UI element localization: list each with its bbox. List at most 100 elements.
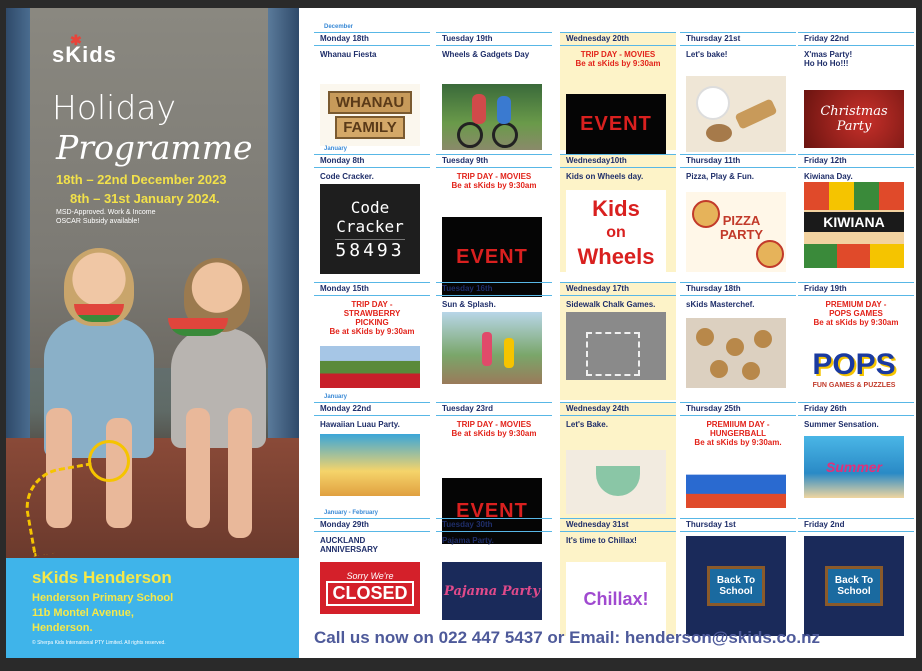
copyright: © Sherpa Kids International PTY Limited.…	[32, 640, 166, 646]
activity-image: Code Cracker 58493	[320, 184, 420, 274]
activity-image	[686, 460, 786, 508]
closed-text: CLOSED	[326, 580, 414, 606]
activity-title: Whanau Fiesta	[320, 50, 377, 59]
activity-image	[686, 76, 786, 152]
watermelon-right	[168, 318, 228, 336]
party-text: PARTY	[720, 227, 764, 242]
activity-title: Wheels & Gadgets Day	[442, 50, 530, 59]
door-frame-left	[6, 8, 30, 438]
day-cell: Tuesday 19th Wheels & Gadgets Day	[436, 32, 552, 150]
day-header: Wednesday10th	[560, 154, 676, 168]
day-cell: Wednesday 31st It's time to Chillax! Chill…	[560, 518, 676, 636]
day-header: Friday 12th	[798, 154, 914, 168]
pops-sub-text: FUN GAMES & PUZZLES	[812, 381, 896, 389]
day-cell: Monday 22nd Hawaiian Luau Party.	[314, 402, 430, 520]
day-cell: Friday 12th Kiwiana Day. KIWIANA	[798, 154, 914, 272]
day-cell: Monday 8th Code Cracker. Code Cracker 58493	[314, 154, 430, 274]
day-cell: Wednesday 20th TRIP DAY - MOVIES Be at sK…	[560, 32, 676, 154]
day-header: Friday 2nd	[798, 518, 914, 532]
activity-image	[566, 450, 666, 514]
day-cell: Tuesday 16th Sun & Splash.	[436, 282, 552, 400]
kids-text: Kids	[592, 196, 640, 221]
dates-december: 18th – 22nd December 2023	[56, 172, 227, 187]
activity-image: Summer	[804, 436, 904, 498]
logo-star-icon: ✱	[70, 32, 83, 48]
day-cell: Wednesday 24th Let's Bake.	[560, 402, 676, 520]
activity-title: Kids on Wheels day.	[566, 172, 644, 181]
address-street: 11b Montel Avenue,	[32, 607, 134, 619]
day-header: Thursday 11th	[680, 154, 796, 168]
activity-image	[442, 84, 542, 150]
pajama-text: Pajama Party	[444, 583, 540, 599]
activity-title: sKids Masterchef.	[686, 300, 755, 309]
cracker-text: Cracker	[336, 216, 404, 236]
activity-title: TRIP DAY - STRAWBERRY PICKING Be at sKid…	[329, 300, 415, 336]
day-cell: Friday 22nd X'mas Party! Ho Ho Ho!!! Chris…	[798, 32, 914, 150]
activity-title: TRIP DAY - MOVIES Be at sKids by 9:30am	[575, 50, 661, 68]
activity-image	[320, 434, 420, 496]
activity-title: TRIP DAY - MOVIES Be at sKids by 9:30am	[451, 420, 537, 438]
activity-image	[686, 318, 786, 388]
activity-title: PREMIIUM DAY - HUNGERBALL Be at sKids by…	[694, 420, 782, 447]
activity-image: KIWIANA	[804, 182, 904, 268]
day-header: Thursday 18th	[680, 282, 796, 296]
day-header: Wednesday 20th	[560, 32, 676, 46]
day-header: Tuesday 16th	[436, 282, 552, 296]
activity-title: PREMIUM DAY - POPS GAMES Be at sKids by …	[813, 300, 899, 327]
activity-image: Back To School	[686, 536, 786, 636]
day-cell: Friday 26th Summer Sensation. Summer	[798, 402, 914, 520]
activity-image: Pajama Party	[442, 562, 542, 620]
title-programme: Programme	[56, 128, 253, 167]
kiwiana-text: KIWIANA	[804, 212, 904, 232]
day-header: Monday 18th	[314, 32, 430, 46]
day-cell: Monday 29th AUCKLAND ANNIVERSARY Sorry We'…	[314, 518, 430, 636]
activity-title: Sun & Splash.	[442, 300, 496, 309]
day-header: Monday 8th	[314, 154, 430, 168]
activity-image: POPS FUN GAMES & PUZZLES	[804, 340, 904, 396]
day-header: Tuesday 9th	[436, 154, 552, 168]
day-header: Friday 26th	[798, 402, 914, 416]
day-cell: Thursday 21st Let's bake!	[680, 32, 796, 152]
contact-footer[interactable]: Call us now on 022 447 5437 or Email: he…	[314, 628, 820, 648]
wheels-text: Wheels	[577, 244, 655, 269]
activity-title: Pizza, Play & Fun.	[686, 172, 755, 181]
activity-title: Kiwiana Day.	[804, 172, 853, 181]
activity-image: Christmas Party	[804, 90, 904, 148]
christmas-text: Christmas Party	[820, 104, 888, 134]
day-cell: Tuesday 9th TRIP DAY - MOVIES Be at sKids…	[436, 154, 552, 297]
activity-title: Hawaiian Luau Party.	[320, 420, 400, 429]
activity-image	[566, 312, 666, 380]
sorry-text: Sorry We're	[346, 570, 394, 581]
day-header: Friday 19th	[798, 282, 914, 296]
back-to-school-board: Back To School	[825, 566, 883, 606]
family-text: FAMILY	[335, 116, 405, 139]
day-cell: Tuesday 23rd TRIP DAY - MOVIES Be at sKid…	[436, 402, 552, 544]
day-cell: Monday 18th Whanau Fiesta WHANAU FAMILY	[314, 32, 430, 150]
pops-text: POPS	[812, 347, 896, 381]
event-cinemas-logo: EVENT	[456, 245, 528, 268]
day-header: Thursday 21st	[680, 32, 796, 46]
activity-image	[442, 312, 542, 384]
activity-title: It's time to Chillax!	[566, 536, 637, 545]
on-text: on	[606, 224, 626, 241]
activity-image: Chillax!	[566, 562, 666, 636]
day-cell: Thursday 18th sKids Masterchef.	[680, 282, 796, 400]
day-header: Friday 22nd	[798, 32, 914, 46]
day-header: Monday 29th	[314, 518, 430, 532]
day-header: Wednesday 31st	[560, 518, 676, 532]
centre-name: sKids Henderson	[32, 568, 172, 587]
month-label: January	[324, 146, 348, 152]
day-cell: Friday 2nd Back To School	[798, 518, 914, 636]
activity-title: X'mas Party! Ho Ho Ho!!!	[804, 50, 853, 68]
day-cell: Thursday 25th PREMIIUM DAY - HUNGERBALL B…	[680, 402, 796, 520]
activity-image: PIZZA PARTY	[686, 192, 786, 272]
day-header: Tuesday 23rd	[436, 402, 552, 416]
activity-image: WHANAU FAMILY	[320, 84, 420, 146]
activity-title: Pajama Party.	[442, 536, 494, 545]
day-header: Wednesday 17th	[560, 282, 676, 296]
poster: ✱ sKids Holiday Programme 18th – 22nd Dec…	[6, 8, 299, 658]
activity-image: Back To School	[804, 536, 904, 636]
dates-january: 8th – 31st January 2024.	[70, 191, 220, 206]
title-holiday: Holiday	[52, 88, 177, 127]
brand-logo: ✱ sKids	[52, 32, 117, 68]
